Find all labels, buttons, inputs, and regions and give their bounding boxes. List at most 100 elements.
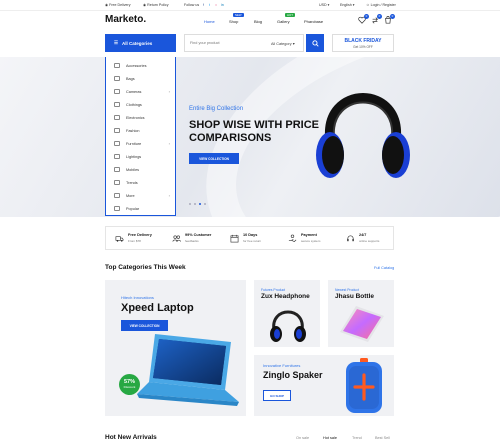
full-catalog-link[interactable]: Full Catalog (374, 266, 394, 270)
support-icon (347, 235, 354, 242)
users-icon (172, 235, 181, 242)
search-box: All Category ▾ (184, 34, 304, 52)
shirt-icon (114, 102, 120, 107)
headphone-image (270, 310, 306, 342)
compare-icon[interactable]: 0 (371, 14, 382, 24)
popular-icon (114, 206, 120, 211)
laptop-image (137, 334, 239, 406)
view-collection-button[interactable]: VIEW COLLECTION (189, 153, 239, 164)
search-icon (311, 39, 319, 47)
nav-pharcbase[interactable]: Pharcbase (304, 19, 323, 24)
hot-badge: HOT (285, 13, 295, 17)
chevron-right-icon: › (168, 141, 170, 146)
search-input[interactable] (190, 41, 260, 45)
lamp-icon (114, 154, 120, 159)
all-categories-label: All Categories (122, 40, 153, 46)
tab-on-sale[interactable]: On sale (296, 436, 309, 440)
category-card-speaker[interactable]: Innovative Furnitures Zinglo Spaker GO S… (254, 355, 394, 416)
chevron-right-icon: › (168, 89, 170, 94)
view-collection-button[interactable]: VIEW COLLECTION (121, 320, 168, 331)
category-item-clothings[interactable]: Clothings (106, 98, 177, 111)
login-register-link[interactable]: ☺ Login / Register (366, 3, 396, 7)
go-shop-button[interactable]: GO SHOP (263, 390, 291, 401)
trends-icon (114, 180, 120, 185)
card-title: Zinglo Spaker (263, 370, 323, 380)
all-categories-button[interactable]: ☰ All Categories (105, 34, 176, 52)
cart-icon[interactable]: 0 (384, 14, 395, 24)
promo-title: BLACK FRIDAY (344, 38, 382, 44)
payment-hand-icon (288, 234, 297, 243)
carousel-dot[interactable] (189, 203, 191, 205)
truck-icon (115, 236, 124, 242)
wishlist-icon[interactable]: 0 (358, 14, 369, 24)
carousel-dot[interactable] (194, 203, 196, 205)
category-item-bags[interactable]: Bags (106, 72, 177, 85)
category-item-lightings[interactable]: Lightings (106, 150, 177, 163)
electronics-icon (114, 115, 120, 120)
speaker-image (346, 358, 382, 413)
bag-icon (114, 76, 120, 81)
card-kicker: Innovative Furnitures (263, 363, 301, 368)
carousel-dot[interactable] (204, 203, 206, 205)
menu-icon: ☰ (114, 40, 119, 45)
twitter-icon[interactable]: t (209, 3, 210, 7)
category-item-accessories[interactable]: Accessories (106, 59, 177, 72)
nav-blog[interactable]: Blog (254, 19, 262, 24)
language-select[interactable]: English ▾ (340, 3, 355, 7)
hero-banner: Entire Big Collection SHOP WISE WITH PRI… (0, 57, 500, 217)
promo-subtitle: Get 10% OFF (353, 45, 373, 49)
hero-eyebrow: Entire Big Collection (189, 106, 244, 112)
card-title: Jhasu Bottle (335, 293, 375, 300)
calendar-icon (230, 234, 239, 243)
nav-shop[interactable]: Shop (229, 19, 238, 24)
wishlist-count: 0 (364, 14, 369, 19)
instagram-icon[interactable]: ○ (215, 3, 217, 7)
tab-hot-sale[interactable]: Hot sale (323, 436, 337, 440)
hero-headline: SHOP WISE WITH PRICE COMPARISONS (189, 119, 319, 144)
category-item-furniture[interactable]: Furniture › (106, 137, 177, 150)
linkedin-icon[interactable]: in (221, 3, 224, 7)
category-sidebar: Accessories Bags Cameras › Clothings Elec… (105, 57, 176, 216)
tab-trend[interactable]: Trend (352, 436, 362, 440)
features-strip: Free Delivery From $78 99% Customer feed… (105, 226, 394, 250)
facebook-icon[interactable]: f (203, 3, 204, 7)
category-card-bottle[interactable]: Newest Product Jhasu Bottle (328, 280, 394, 347)
category-item-mobiles[interactable]: Mobiles (106, 163, 177, 176)
tablet-image (340, 306, 384, 342)
category-card-laptop[interactable]: Hitech Innovations Xpeed Laptop VIEW COL… (105, 280, 246, 416)
chair-icon (114, 141, 120, 146)
fashion-icon (114, 128, 120, 133)
site-logo[interactable]: Marketo. (105, 14, 146, 25)
carousel-dot-active[interactable] (199, 203, 201, 205)
search-category-select[interactable]: All Category ▾ (271, 41, 295, 46)
chevron-right-icon: › (168, 193, 170, 198)
category-item-fashion[interactable]: Fashion (106, 124, 177, 137)
category-item-more[interactable]: More › (106, 189, 177, 202)
headphones-image (316, 93, 410, 178)
more-icon (114, 193, 120, 198)
category-item-electronics[interactable]: Electronics (106, 111, 177, 124)
tab-best-sell[interactable]: Best Sell (375, 436, 390, 440)
cart-count: 0 (390, 14, 395, 19)
category-item-cameras[interactable]: Cameras › (106, 85, 177, 98)
category-item-popular[interactable]: Popular (106, 202, 177, 215)
new-badge: NEW (233, 13, 244, 17)
top-bar: ◉ Free Delivery ◉ Return Policy Follow u… (0, 0, 500, 11)
card-kicker: Newest Product (335, 288, 359, 292)
category-item-trends[interactable]: Trends (106, 176, 177, 189)
hot-new-arrivals-title: Hot New Arrivals (105, 434, 157, 441)
return-policy-link[interactable]: ◉ Return Policy (143, 3, 169, 7)
category-card-headphone[interactable]: Futures Product Zux Headphone (254, 280, 320, 347)
accessories-icon (114, 63, 120, 68)
black-friday-promo[interactable]: BLACK FRIDAY Get 10% OFF (332, 34, 394, 52)
card-kicker: Futures Product (261, 288, 286, 292)
search-button[interactable] (306, 34, 324, 52)
free-delivery-link[interactable]: ◉ Free Delivery (105, 3, 131, 7)
nav-gallery[interactable]: Gallery (277, 19, 290, 24)
currency-select[interactable]: USD ▾ (319, 3, 329, 7)
card-title: Xpeed Laptop (121, 302, 194, 314)
discount-badge: 57% Discount (119, 374, 140, 395)
top-categories-title: Top Categories This Week (105, 264, 186, 271)
nav-home[interactable]: Home (204, 19, 215, 24)
compare-count: 0 (377, 14, 382, 19)
